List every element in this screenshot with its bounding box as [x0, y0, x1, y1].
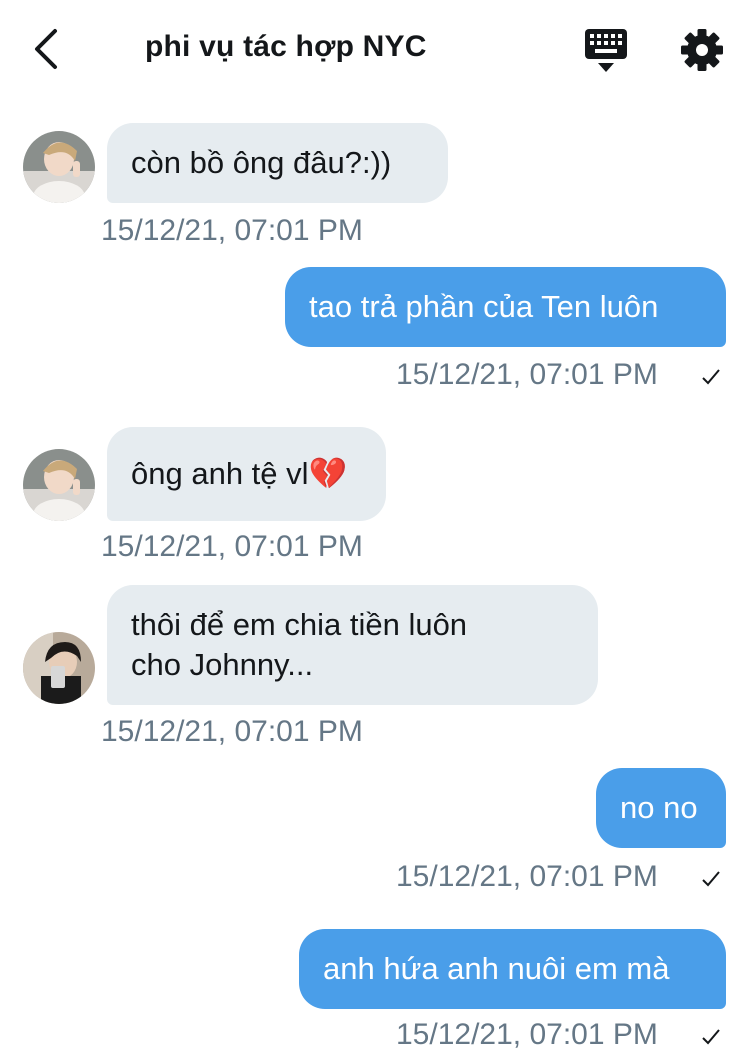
dm-conversation-screen: phi vụ tác hợp NYC còn bồ ông đâu?:)) 15… [0, 0, 750, 1060]
message-text-line: thôi để em chia tiền luôn [131, 607, 468, 642]
message-bubble-outgoing[interactable]: anh hứa anh nuôi em mà [299, 929, 726, 1009]
message-timestamp: 15/12/21, 07:01 PM [101, 214, 363, 247]
user-avatar-image [23, 449, 95, 521]
message-bubble-incoming[interactable]: thôi để em chia tiền luôn cho Johnny... [107, 585, 598, 705]
message-text: no no [620, 790, 698, 825]
avatar[interactable] [23, 131, 95, 203]
user-avatar-image [23, 632, 95, 704]
message-text-line: cho Johnny... [131, 647, 314, 682]
message-bubble-outgoing[interactable]: tao trả phần của Ten luôn [285, 267, 726, 347]
message-text: ông anh tệ vl💔 [131, 456, 348, 491]
message-timestamp: 15/12/21, 07:01 PM [101, 715, 363, 748]
message-timestamp: 15/12/21, 07:01 PM [396, 1018, 658, 1051]
keyboard-button[interactable] [584, 28, 628, 74]
message-bubble-incoming[interactable]: còn bồ ông đâu?:)) [107, 123, 448, 203]
checkmark-icon [702, 369, 720, 385]
message-timestamp: 15/12/21, 07:01 PM [396, 358, 658, 391]
message-text: tao trả phần của Ten luôn [309, 289, 659, 324]
settings-button[interactable] [680, 28, 724, 72]
message-text: còn bồ ông đâu?:)) [131, 145, 392, 180]
chevron-left-icon [35, 29, 57, 69]
checkmark-icon [702, 871, 720, 887]
avatar[interactable] [23, 449, 95, 521]
back-button[interactable] [26, 26, 66, 72]
message-timestamp: 15/12/21, 07:01 PM [396, 860, 658, 893]
keyboard-icon [585, 29, 627, 72]
conversation-header: phi vụ tác hợp NYC [0, 0, 750, 100]
message-timestamp: 15/12/21, 07:01 PM [101, 530, 363, 563]
checkmark-icon [702, 1029, 720, 1045]
conversation-title: phi vụ tác hợp NYC [145, 30, 427, 63]
message-text: anh hứa anh nuôi em mà [323, 951, 670, 986]
avatar[interactable] [23, 632, 95, 704]
gear-icon [681, 29, 723, 71]
user-avatar-image [23, 131, 95, 203]
message-bubble-incoming[interactable]: ông anh tệ vl💔 [107, 427, 386, 521]
message-bubble-outgoing[interactable]: no no [596, 768, 726, 848]
